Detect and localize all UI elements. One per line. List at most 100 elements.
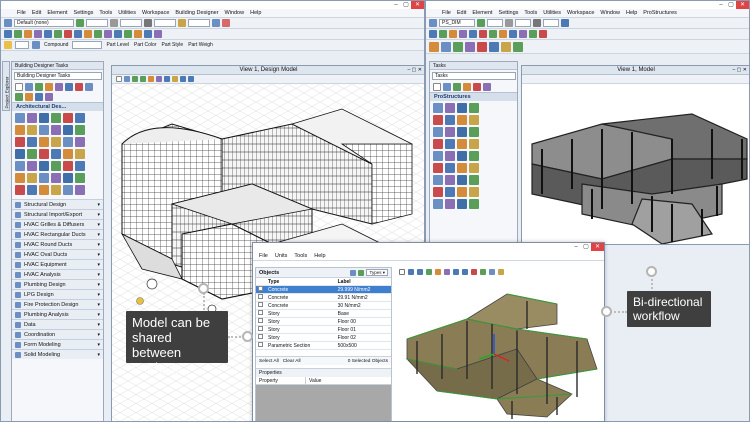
object-row[interactable]: Story Base <box>256 309 391 318</box>
task-category-item[interactable]: HVAC Oval Ducts ▾ <box>12 249 103 259</box>
prostructures-plate-icon[interactable] <box>453 41 463 52</box>
row-checkbox[interactable] <box>256 309 266 318</box>
line-style-icon[interactable] <box>505 19 513 27</box>
fence-icon[interactable] <box>439 30 447 38</box>
tasks-select[interactable]: Building Designer Tasks <box>14 72 102 80</box>
right-view-window-controls[interactable]: – ▢ ✕ <box>733 66 747 75</box>
erase-icon[interactable] <box>75 83 83 91</box>
line-weight-select[interactable] <box>543 19 559 27</box>
prostructures-tool-icon[interactable] <box>469 187 479 197</box>
object-row[interactable]: Story Floor 01 <box>256 325 391 334</box>
rotate-tool-icon[interactable] <box>463 83 471 91</box>
view-icon[interactable] <box>124 30 132 38</box>
prostructures-section[interactable]: ProStructures <box>430 92 517 101</box>
architectural-tool-icon[interactable] <box>39 137 49 147</box>
menu-workspace[interactable]: Workspace <box>567 10 594 16</box>
task-category-item[interactable]: HVAC Analysis ▾ <box>12 269 103 279</box>
task-category-item[interactable]: HVAC Round Ducts ▾ <box>12 239 103 249</box>
select-all-button[interactable]: Select All <box>259 359 279 364</box>
prostructures-tool-icon[interactable] <box>433 175 443 185</box>
prostructures-tool-icon[interactable] <box>433 127 443 137</box>
mirror-icon[interactable] <box>15 93 23 101</box>
prostructures-tool-icon[interactable] <box>469 163 479 173</box>
architectural-tool-icon[interactable] <box>27 161 37 171</box>
prostructures-tool-icon[interactable] <box>445 127 455 137</box>
architectural-tool-icon[interactable] <box>51 161 61 171</box>
copy-icon[interactable] <box>24 30 32 38</box>
right-maximize-button[interactable]: ▢ <box>726 1 736 9</box>
architectural-tool-icon[interactable] <box>27 137 37 147</box>
measure-icon[interactable] <box>74 30 82 38</box>
fence-icon[interactable] <box>14 30 22 38</box>
prostructures-tool-icon[interactable] <box>469 139 479 149</box>
line-weight-icon[interactable] <box>533 19 541 27</box>
architectural-tool-icon[interactable] <box>15 161 25 171</box>
object-row[interactable]: Concrete 30 N/mm2 <box>256 301 391 310</box>
task-category-item[interactable]: Structural Design ▾ <box>12 199 103 209</box>
fit-all-icon[interactable] <box>435 269 441 275</box>
architectural-tool-icon[interactable] <box>15 173 25 183</box>
pan-view-icon[interactable] <box>408 269 414 275</box>
architectural-tool-icon[interactable] <box>51 137 61 147</box>
prostructures-tool-icon[interactable] <box>433 151 443 161</box>
cell-icon[interactable] <box>104 30 112 38</box>
architectural-tool-icon[interactable] <box>63 113 73 123</box>
menu-element[interactable]: Element <box>472 10 492 16</box>
color-select[interactable] <box>487 19 503 27</box>
shade-icon[interactable] <box>480 269 486 275</box>
prostructures-tool-icon[interactable] <box>445 103 455 113</box>
pattern-icon[interactable] <box>114 30 122 38</box>
architectural-tool-icon[interactable] <box>51 113 61 123</box>
line-style-select[interactable] <box>120 19 142 27</box>
menu-edit[interactable]: Edit <box>32 10 41 16</box>
prostructures-tool-icon[interactable] <box>469 151 479 161</box>
prostructures-tool-icon[interactable] <box>457 187 467 197</box>
row-checkbox[interactable] <box>256 341 266 350</box>
prostructures-tool-icon[interactable] <box>457 175 467 185</box>
architectural-tool-icon[interactable] <box>63 137 73 147</box>
window-tool-icon[interactable] <box>55 83 63 91</box>
row-checkbox[interactable] <box>256 333 266 342</box>
types-dropdown[interactable]: Types ▾ <box>366 269 388 276</box>
zoom-out-icon[interactable] <box>140 76 146 82</box>
line-weight-select[interactable] <box>154 19 176 27</box>
front-view-icon[interactable] <box>462 269 468 275</box>
prostructures-tool-icon[interactable] <box>457 151 467 161</box>
trim-icon[interactable] <box>25 93 33 101</box>
menu-element[interactable]: Element <box>47 10 67 16</box>
prostructures-tool-icon[interactable] <box>469 175 479 185</box>
clash-icon[interactable] <box>539 30 547 38</box>
mirror-tool-icon[interactable] <box>483 83 491 91</box>
task-category-item[interactable]: Form Modeling ▾ <box>12 339 103 349</box>
prostructures-tool-icon[interactable] <box>433 199 443 209</box>
select-arrow-icon[interactable] <box>15 83 23 91</box>
architectural-tool-icon[interactable] <box>63 185 73 195</box>
architectural-tool-icon[interactable] <box>75 137 85 147</box>
wall-icon[interactable] <box>25 83 33 91</box>
element-selection-icon[interactable] <box>4 30 12 38</box>
copy-icon[interactable] <box>449 30 457 38</box>
right-close-button[interactable]: ✕ <box>736 1 749 9</box>
architectural-tool-icon[interactable] <box>27 149 37 159</box>
priority-icon[interactable] <box>222 19 230 27</box>
task-category-item[interactable]: Fire Protection Design ▾ <box>12 299 103 309</box>
row-checkbox[interactable] <box>256 325 266 334</box>
right-minimize-button[interactable]: – <box>716 1 726 9</box>
task-category-item[interactable]: LPG Design ▾ <box>12 289 103 299</box>
active-level-select[interactable]: PS_DIM <box>439 19 475 27</box>
architectural-tool-icon[interactable] <box>63 149 73 159</box>
prostructures-tool-icon[interactable] <box>445 139 455 149</box>
menu-utilities[interactable]: Utilities <box>118 10 136 16</box>
move-icon[interactable] <box>34 30 42 38</box>
prostructures-report-icon[interactable] <box>513 41 523 52</box>
settings-icon[interactable] <box>498 269 504 275</box>
view-window-controls[interactable]: – ▢ ✕ <box>408 66 422 75</box>
transparency-icon[interactable] <box>178 19 186 27</box>
architectural-tool-icon[interactable] <box>15 185 25 195</box>
object-row[interactable]: Story Floor 02 <box>256 333 391 342</box>
refresh-icon[interactable] <box>358 269 365 276</box>
prostructures-tool-icon[interactable] <box>457 139 467 149</box>
view-icon[interactable] <box>509 30 517 38</box>
prostructures-tool-icon[interactable] <box>445 151 455 161</box>
attribute-icon[interactable] <box>561 19 569 27</box>
